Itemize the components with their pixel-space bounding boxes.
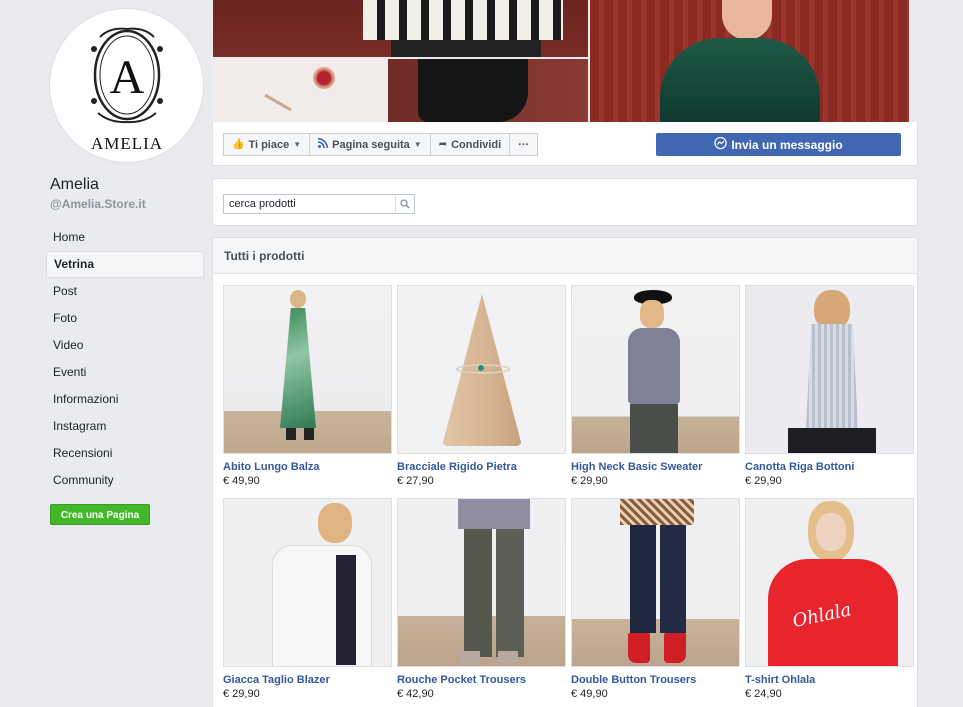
page-actions-bar: 👍 Ti piace ▼ Pagina seguita ▼ ➦ Condivid… — [212, 122, 918, 166]
share-label: Condividi — [451, 138, 502, 151]
send-message-button[interactable]: Invia un messaggio — [656, 133, 901, 156]
chevron-down-icon: ▼ — [293, 140, 302, 149]
page-name[interactable]: Amelia — [50, 176, 99, 194]
product-price: € 42,90 — [397, 688, 434, 700]
like-label: Ti piace — [248, 138, 290, 151]
product-price: € 24,90 — [745, 688, 782, 700]
page-nav: Home Vetrina Post Foto Video Eventi Info… — [46, 224, 204, 494]
page-action-buttons: 👍 Ti piace ▼ Pagina seguita ▼ ➦ Condivid… — [223, 133, 539, 156]
cover-tile-boots — [388, 59, 588, 122]
chevron-down-icon: ▼ — [413, 140, 422, 149]
product-card[interactable]: High Neck Basic Sweater € 29,90 — [571, 285, 740, 498]
send-message-label: Invia un messaggio — [731, 137, 843, 152]
product-image[interactable] — [223, 285, 392, 454]
product-image[interactable] — [571, 498, 740, 667]
products-header: Tutti i prodotti — [213, 238, 917, 274]
cover-photo[interactable] — [213, 0, 909, 122]
product-image[interactable] — [397, 498, 566, 667]
product-price: € 29,90 — [571, 475, 608, 487]
follow-label: Pagina seguita — [332, 138, 410, 151]
products-section: Tutti i prodotti Abito Lungo Balza € 49,… — [212, 237, 918, 707]
product-price: € 29,90 — [223, 688, 260, 700]
amelia-logo-icon: A AMELIA — [57, 16, 198, 157]
nav-item-home[interactable]: Home — [46, 224, 204, 251]
product-price: € 49,90 — [223, 475, 260, 487]
nav-item-community[interactable]: Community — [46, 467, 204, 494]
thumbs-up-icon: 👍 — [232, 139, 245, 150]
share-button[interactable]: ➦ Condividi — [429, 133, 511, 156]
nav-item-posts[interactable]: Post — [46, 278, 204, 305]
rss-icon — [318, 138, 329, 151]
follow-button[interactable]: Pagina seguita ▼ — [309, 133, 431, 156]
product-search-box — [223, 194, 415, 214]
product-name[interactable]: High Neck Basic Sweater — [571, 461, 740, 473]
svg-text:AMELIA: AMELIA — [91, 134, 163, 153]
product-name[interactable]: Bracciale Rigido Pietra — [397, 461, 566, 473]
product-price: € 27,90 — [397, 475, 434, 487]
product-price: € 49,90 — [571, 688, 608, 700]
cover-tile-knit — [213, 0, 588, 57]
svg-text:A: A — [110, 51, 145, 104]
page-profile-picture[interactable]: A AMELIA — [49, 8, 204, 163]
nav-item-events[interactable]: Eventi — [46, 359, 204, 386]
like-button[interactable]: 👍 Ti piace ▼ — [223, 133, 311, 156]
share-arrow-icon: ➦ — [438, 139, 448, 150]
cover-tile-model — [590, 0, 909, 122]
cover-tile-jewelry — [213, 59, 386, 122]
product-search-input[interactable] — [224, 195, 395, 213]
product-search-card — [212, 178, 918, 226]
more-options-button[interactable]: ··· — [509, 133, 539, 156]
messenger-icon — [714, 136, 727, 153]
product-name[interactable]: Rouche Pocket Trousers — [397, 674, 566, 686]
product-name[interactable]: Abito Lungo Balza — [223, 461, 392, 473]
nav-item-instagram[interactable]: Instagram — [46, 413, 204, 440]
nav-item-shop[interactable]: Vetrina — [46, 251, 204, 278]
product-image[interactable] — [745, 285, 914, 454]
product-card[interactable]: Bracciale Rigido Pietra € 27,90 — [397, 285, 566, 498]
product-image[interactable] — [223, 498, 392, 667]
product-price: € 29,90 — [745, 475, 782, 487]
products-grid: Abito Lungo Balza € 49,90 Bracciale Rigi… — [223, 285, 914, 707]
product-card[interactable]: Giacca Taglio Blazer € 29,90 — [223, 498, 392, 707]
nav-item-photos[interactable]: Foto — [46, 305, 204, 332]
product-image[interactable]: Ohlala — [745, 498, 914, 667]
search-icon[interactable] — [395, 195, 414, 213]
product-name[interactable]: T-shirt Ohlala — [745, 674, 914, 686]
product-card[interactable]: Canotta Riga Bottoni € 29,90 — [745, 285, 914, 498]
product-name[interactable]: Giacca Taglio Blazer — [223, 674, 392, 686]
nav-item-videos[interactable]: Video — [46, 332, 204, 359]
product-card[interactable]: Rouche Pocket Trousers € 42,90 — [397, 498, 566, 707]
nav-item-about[interactable]: Informazioni — [46, 386, 204, 413]
product-card[interactable]: Abito Lungo Balza € 49,90 — [223, 285, 392, 498]
product-image[interactable] — [397, 285, 566, 454]
nav-item-reviews[interactable]: Recensioni — [46, 440, 204, 467]
create-page-button[interactable]: Crea una Pagina — [50, 504, 150, 525]
product-image[interactable] — [571, 285, 740, 454]
product-card[interactable]: Ohlala T-shirt Ohlala € 24,90 — [745, 498, 914, 707]
page-handle[interactable]: @Amelia.Store.it — [50, 197, 146, 211]
product-name[interactable]: Double Button Trousers — [571, 674, 740, 686]
product-card[interactable]: Double Button Trousers € 49,90 — [571, 498, 740, 707]
more-dots-icon: ··· — [518, 138, 530, 151]
product-name[interactable]: Canotta Riga Bottoni — [745, 461, 914, 473]
